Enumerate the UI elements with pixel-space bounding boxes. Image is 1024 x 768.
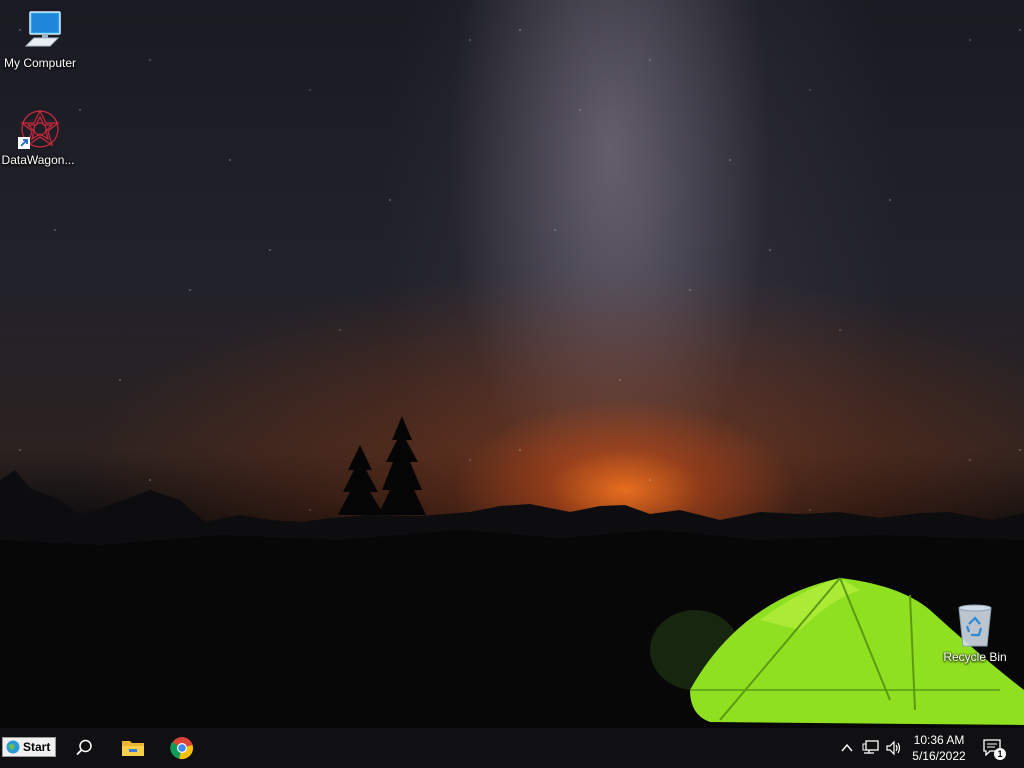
file-explorer-button[interactable] [121, 736, 145, 760]
datawagon-label: DataWagon... [1, 153, 75, 167]
chrome-icon [170, 737, 193, 759]
volume-icon [886, 740, 901, 756]
datawagon-icon [18, 109, 60, 149]
datawagon-shortcut[interactable]: DataWagon... [0, 107, 78, 167]
start-button[interactable]: Start [2, 737, 56, 757]
notification-count-badge: 1 [994, 748, 1006, 760]
start-label: Start [23, 740, 51, 754]
taskbar: Start 10:36 AM 5/16/2022 1 [0, 728, 1024, 768]
show-hidden-icons-button[interactable] [838, 739, 856, 757]
clock[interactable]: 10:36 AM 5/16/2022 [904, 732, 974, 764]
clock-date: 5/16/2022 [912, 749, 966, 763]
computer-icon [24, 11, 61, 47]
chevron-up-icon [841, 743, 853, 752]
recycle-bin-shortcut[interactable]: Recycle Bin [935, 602, 1015, 664]
my-computer-label: My Computer [3, 56, 77, 70]
globe-icon [6, 740, 20, 754]
volume-button[interactable] [885, 739, 903, 757]
clock-time: 10:36 AM [913, 733, 965, 747]
file-explorer-icon [122, 741, 144, 756]
network-button[interactable] [862, 739, 880, 757]
wallpaper-landscape [0, 416, 1024, 728]
search-icon [76, 739, 92, 756]
recycle-bin-icon [958, 604, 992, 647]
recycle-bin-label: Recycle Bin [943, 650, 1007, 664]
search-button[interactable] [72, 736, 96, 760]
chrome-button[interactable] [170, 736, 194, 760]
my-computer-shortcut[interactable]: My Computer [0, 10, 80, 70]
desktop-wallpaper [0, 0, 1024, 728]
network-icon [862, 740, 879, 754]
